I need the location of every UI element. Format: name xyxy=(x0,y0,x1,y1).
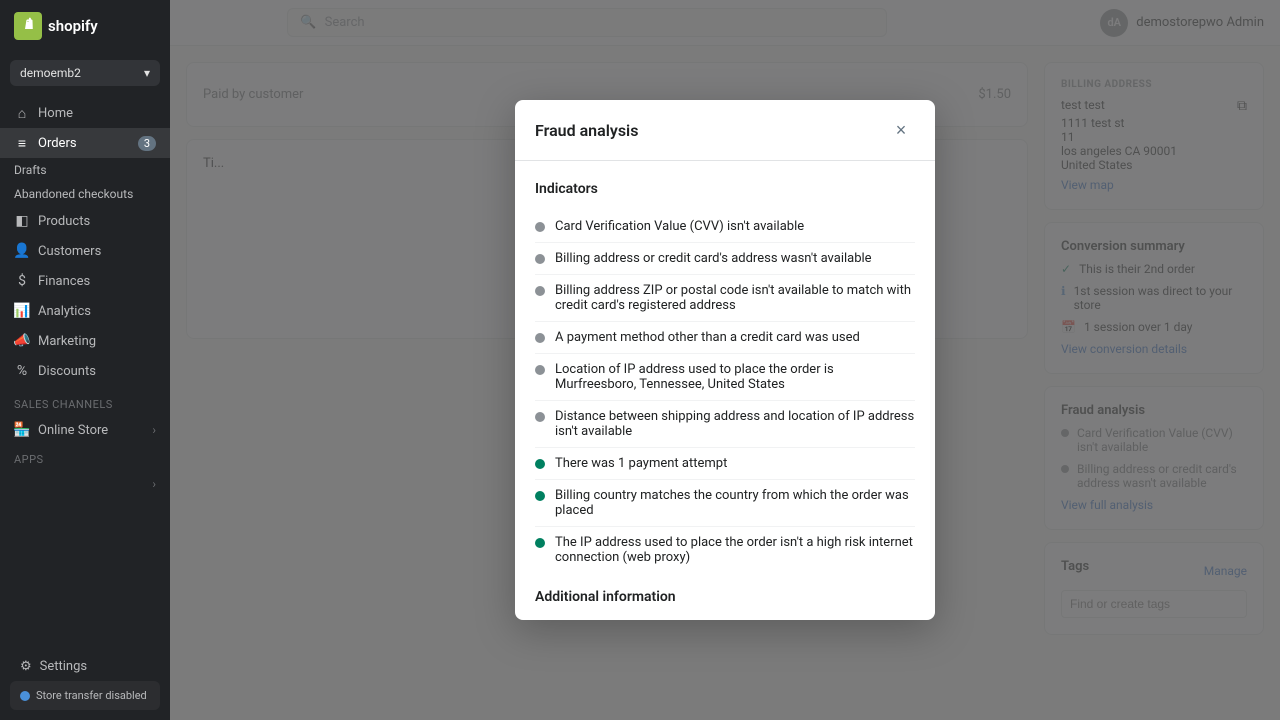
sidebar-item-discounts[interactable]: % Discounts xyxy=(0,356,170,386)
sidebar-item-marketing[interactable]: 📣 Marketing xyxy=(0,326,170,356)
indicator-item: Location of IP address used to place the… xyxy=(535,354,915,401)
sidebar-item-finances[interactable]: $ Finances xyxy=(0,266,170,296)
sales-channels-title: Sales channels xyxy=(0,390,170,415)
sidebar-item-label: Online Store xyxy=(38,423,108,438)
nav-section-main: ⌂ Home ≡ Orders 3 Drafts Abandoned check… xyxy=(0,94,170,390)
store-transfer-button[interactable]: Store transfer disabled xyxy=(10,681,160,710)
indicator-item: A payment method other than a credit car… xyxy=(535,322,915,354)
indicator-text: There was 1 payment attempt xyxy=(555,456,727,471)
indicators-list: Card Verification Value (CVV) isn't avai… xyxy=(535,211,915,573)
indicators-section: Indicators Card Verification Value (CVV)… xyxy=(535,181,915,573)
sidebar-item-label: Marketing xyxy=(38,334,96,349)
abandoned-label: Abandoned checkouts xyxy=(14,187,133,201)
chevron-right-icon: › xyxy=(152,423,156,437)
additional-section: Additional information This order was pl… xyxy=(535,589,915,620)
indicator-dot xyxy=(535,286,545,296)
modal-overlay: Fraud analysis × Indicators Card Verific… xyxy=(170,0,1280,720)
sidebar-item-label: Home xyxy=(38,106,73,121)
products-icon: ◧ xyxy=(14,213,30,229)
additional-title: Additional information xyxy=(535,589,915,605)
indicator-item: Card Verification Value (CVV) isn't avai… xyxy=(535,211,915,243)
sidebar-item-customers[interactable]: 👤 Customers xyxy=(0,236,170,266)
fraud-analysis-modal: Fraud analysis × Indicators Card Verific… xyxy=(515,100,935,620)
orders-icon: ≡ xyxy=(14,135,30,151)
marketing-icon: 📣 xyxy=(14,333,30,349)
indicator-item: There was 1 payment attempt xyxy=(535,448,915,480)
sidebar-item-abandoned[interactable]: Abandoned checkouts xyxy=(0,182,170,206)
sidebar: shopify demoemb2 ▾ ⌂ Home ≡ Orders 3 Dra… xyxy=(0,0,170,720)
sidebar-item-label: Finances xyxy=(38,274,90,289)
finances-icon: $ xyxy=(14,273,30,289)
shopify-logo-text: shopify xyxy=(48,17,98,35)
indicator-dot xyxy=(535,365,545,375)
sidebar-item-settings[interactable]: ⚙ Settings xyxy=(10,652,160,681)
online-store-icon: 🏪 xyxy=(14,422,30,438)
modal-header: Fraud analysis × xyxy=(515,100,935,161)
store-transfer-label: Store transfer disabled xyxy=(36,689,147,702)
indicators-title: Indicators xyxy=(535,181,915,197)
indicator-item: Distance between shipping address and lo… xyxy=(535,401,915,448)
analytics-icon: 📊 xyxy=(14,303,30,319)
sidebar-item-label: Customers xyxy=(38,244,101,259)
indicator-text: Card Verification Value (CVV) isn't avai… xyxy=(555,219,804,234)
indicator-item: Billing address ZIP or postal code isn't… xyxy=(535,275,915,322)
indicator-dot xyxy=(535,459,545,469)
sidebar-item-drafts[interactable]: Drafts xyxy=(0,158,170,182)
sidebar-item-analytics[interactable]: 📊 Analytics xyxy=(0,296,170,326)
indicator-text: Billing address ZIP or postal code isn't… xyxy=(555,283,915,313)
indicator-text: Location of IP address used to place the… xyxy=(555,362,915,392)
additional-list: This order was placed from IP address 75… xyxy=(535,617,915,620)
indicator-item: Billing address or credit card's address… xyxy=(535,243,915,275)
indicator-text: Billing country matches the country from… xyxy=(555,488,915,518)
store-name: demoemb2 xyxy=(20,66,81,80)
modal-title: Fraud analysis xyxy=(535,121,638,140)
sidebar-header: shopify xyxy=(0,0,170,52)
modal-close-button[interactable]: × xyxy=(887,116,915,144)
indicator-dot xyxy=(535,538,545,548)
chevron-down-icon: ▾ xyxy=(144,66,150,80)
settings-label: Settings xyxy=(40,659,87,674)
indicator-dot xyxy=(535,254,545,264)
indicator-text: Distance between shipping address and lo… xyxy=(555,409,915,439)
discounts-icon: % xyxy=(14,363,30,379)
indicator-dot xyxy=(535,491,545,501)
home-icon: ⌂ xyxy=(14,105,30,121)
close-icon: × xyxy=(896,120,907,141)
chevron-right-icon: › xyxy=(152,477,156,491)
indicator-text: The IP address used to place the order i… xyxy=(555,535,915,565)
store-transfer-dot xyxy=(20,691,30,701)
indicator-dot xyxy=(535,333,545,343)
indicator-item: Billing country matches the country from… xyxy=(535,480,915,527)
drafts-label: Drafts xyxy=(14,163,47,177)
shopify-logo: shopify xyxy=(14,12,98,40)
indicator-text: Billing address or credit card's address… xyxy=(555,251,872,266)
indicator-dot xyxy=(535,412,545,422)
store-selector[interactable]: demoemb2 ▾ xyxy=(10,60,160,86)
sidebar-item-label: Analytics xyxy=(38,304,91,319)
sidebar-footer: ⚙ Settings Store transfer disabled xyxy=(0,642,170,720)
sidebar-item-orders[interactable]: ≡ Orders 3 xyxy=(0,128,170,158)
indicator-text: A payment method other than a credit car… xyxy=(555,330,860,345)
orders-badge: 3 xyxy=(138,136,156,151)
indicator-dot xyxy=(535,222,545,232)
sidebar-item-apps[interactable]: › xyxy=(0,470,170,498)
additional-item: This order was placed from IP address 75… xyxy=(535,617,915,620)
settings-icon: ⚙ xyxy=(20,659,32,674)
apps-title: Apps xyxy=(0,445,170,470)
indicator-item: The IP address used to place the order i… xyxy=(535,527,915,573)
customers-icon: 👤 xyxy=(14,243,30,259)
sidebar-item-products[interactable]: ◧ Products xyxy=(0,206,170,236)
sidebar-item-home[interactable]: ⌂ Home xyxy=(0,98,170,128)
main-content: 🔍 Search dA demostorepwo Admin Paid by c… xyxy=(170,0,1280,720)
sidebar-item-label: Discounts xyxy=(38,364,96,379)
shopify-logo-icon xyxy=(14,12,42,40)
sidebar-item-label: Orders xyxy=(38,136,77,151)
modal-body: Indicators Card Verification Value (CVV)… xyxy=(515,161,935,620)
sidebar-item-online-store[interactable]: 🏪 Online Store › xyxy=(0,415,170,445)
sidebar-item-label: Products xyxy=(38,214,90,229)
